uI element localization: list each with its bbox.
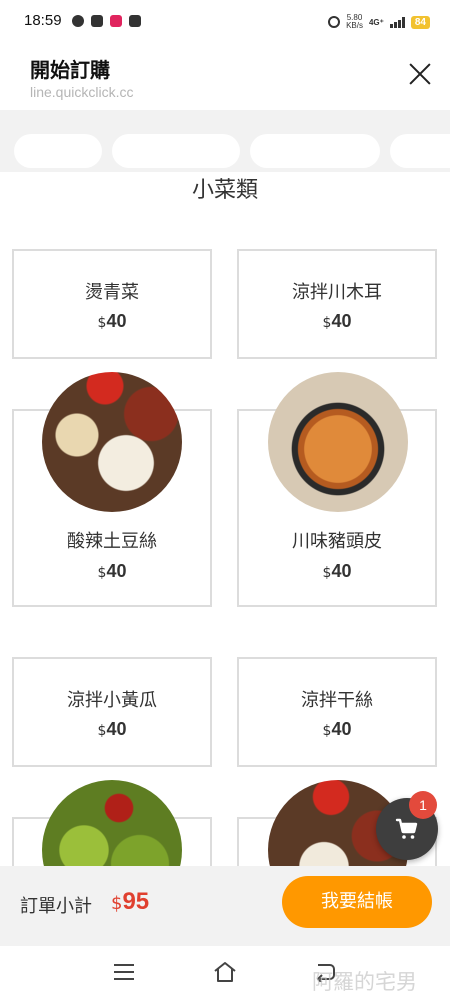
net-speed: 5.80 KB/s xyxy=(346,14,363,30)
subtotal-value: $95 xyxy=(111,888,149,916)
item-price-amount: 40 xyxy=(106,311,127,331)
menu-item-card[interactable]: 涼拌干絲 $40 xyxy=(237,657,437,767)
subtotal-label: 訂單小計 xyxy=(20,896,92,917)
menu-item-card[interactable]: 涼拌川木耳 $40 xyxy=(237,249,437,359)
header: 開始訂購 line.quickclick.cc xyxy=(0,42,450,110)
item-name: 涼拌干絲 xyxy=(301,690,373,711)
alarm-icon xyxy=(328,16,341,28)
item-price: $40 xyxy=(14,719,210,740)
page-title: 開始訂購 xyxy=(30,58,110,82)
cart-icon xyxy=(395,818,418,839)
item-photo[interactable] xyxy=(42,372,182,512)
item-price: $40 xyxy=(14,311,210,332)
subtotal-currency: $ xyxy=(111,893,123,914)
item-price: $40 xyxy=(239,561,435,582)
home-icon[interactable] xyxy=(212,960,238,984)
item-price: $40 xyxy=(239,311,435,332)
item-name: 涼拌川木耳 xyxy=(292,282,382,303)
item-price: $40 xyxy=(14,561,210,582)
item-price-amount: 40 xyxy=(331,311,352,331)
item-name: 燙青菜 xyxy=(85,282,139,303)
item-price-amount: 40 xyxy=(331,719,352,739)
page-url: line.quickclick.cc xyxy=(30,84,134,100)
category-tab[interactable] xyxy=(390,134,450,168)
subtotal-amount: 95 xyxy=(122,888,150,915)
menu-item-card[interactable]: 涼拌小黃瓜 $40 xyxy=(12,657,212,767)
order-bar: 訂單小計 $95 我要結帳 xyxy=(0,866,450,946)
app-notification-icon xyxy=(110,15,122,27)
status-bar: 18:59 5.80 KB/s 4G⁺ 84 xyxy=(0,0,450,42)
checkout-button[interactable]: 我要結帳 xyxy=(282,876,432,928)
chat-notification-icon xyxy=(72,15,84,27)
system-indicators: 5.80 KB/s 4G⁺ 84 xyxy=(328,14,430,30)
network-type: 4G⁺ xyxy=(368,17,384,27)
signal-icon xyxy=(389,16,405,28)
watermark: 阿羅的宅男 xyxy=(312,970,417,994)
item-price-amount: 40 xyxy=(106,561,127,581)
close-icon[interactable] xyxy=(408,62,432,86)
notification-icons xyxy=(72,15,141,27)
item-price-amount: 40 xyxy=(331,561,352,581)
status-time: 18:59 xyxy=(24,12,62,29)
cart-count-badge: 1 xyxy=(409,791,437,819)
battery-level: 84 xyxy=(410,15,430,29)
menu-icon[interactable] xyxy=(114,964,134,980)
item-name: 酸辣土豆絲 xyxy=(67,531,157,552)
category-tabs xyxy=(0,110,450,172)
item-price-amount: 40 xyxy=(106,719,127,739)
item-name: 涼拌小黃瓜 xyxy=(67,690,157,711)
category-tab[interactable] xyxy=(250,134,380,168)
menu-item-card[interactable]: 燙青菜 $40 xyxy=(12,249,212,359)
category-tab[interactable] xyxy=(14,134,102,168)
section-title: 小菜類 xyxy=(191,178,258,203)
item-name: 川味豬頭皮 xyxy=(292,531,382,552)
item-photo[interactable] xyxy=(268,372,408,512)
item-price: $40 xyxy=(239,719,435,740)
category-tab[interactable] xyxy=(112,134,240,168)
hourglass-icon xyxy=(91,15,103,27)
net-speed-unit: KB/s xyxy=(346,21,363,30)
square-notification-icon xyxy=(129,15,141,27)
